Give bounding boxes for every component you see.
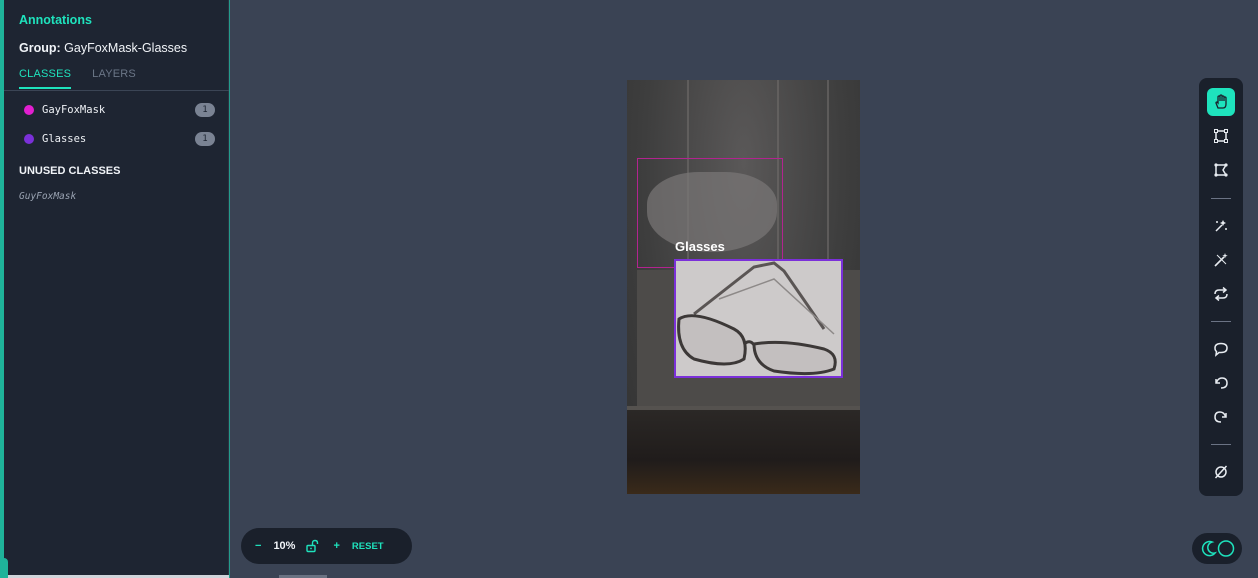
tab-classes[interactable]: CLASSES (19, 68, 72, 89)
bounding-box-label: Glasses (675, 239, 725, 254)
hide-icon (1214, 465, 1228, 479)
polygon-tool-button[interactable] (1207, 156, 1235, 184)
sidebar-title: Annotations (19, 13, 92, 27)
hand-tool-button[interactable] (1207, 88, 1235, 116)
class-item-glasses[interactable]: Glasses 1 (19, 129, 215, 149)
zoom-controls: − 10% + RESET (241, 528, 412, 564)
toggle-circle-icon (1217, 540, 1235, 557)
tabs-divider (4, 90, 229, 91)
sidebar-tabs: CLASSES LAYERS (19, 68, 136, 89)
class-item-gayfoxmask[interactable]: GayFoxMask 1 (19, 100, 215, 120)
toolbar-separator (1211, 444, 1231, 445)
toolbar-separator (1211, 321, 1231, 322)
magic-wand-tool-button[interactable] (1207, 246, 1235, 274)
tab-layers[interactable]: LAYERS (92, 68, 136, 89)
class-name: Glasses (42, 133, 87, 145)
zoom-out-button[interactable]: − (255, 540, 261, 552)
moon-icon (1201, 540, 1218, 557)
hide-annotations-button[interactable] (1207, 458, 1235, 486)
zoom-in-button[interactable]: + (333, 540, 339, 552)
unused-class-item[interactable]: GuyFoxMask (19, 191, 76, 202)
bounding-box-glasses[interactable] (674, 259, 843, 378)
group-label: Group: (19, 41, 61, 55)
tool-palette (1199, 78, 1243, 496)
repeat-tool-button[interactable] (1207, 280, 1235, 308)
sidebar-accent-border (229, 0, 230, 578)
class-color-dot (24, 134, 34, 144)
class-count-badge: 1 (195, 132, 215, 146)
unused-classes-heading: UNUSED CLASSES (19, 165, 121, 177)
bounding-box-tool-button[interactable] (1207, 122, 1235, 150)
theme-toggle-graphic (1201, 540, 1235, 557)
redo-button[interactable] (1207, 403, 1235, 431)
class-count-badge: 1 (195, 103, 215, 117)
zoom-reset-button[interactable]: RESET (352, 541, 384, 552)
group-name: GayFoxMask-Glasses (64, 41, 188, 55)
zoom-lock-button[interactable] (305, 539, 319, 553)
undo-button[interactable] (1207, 369, 1235, 397)
toolbar-separator (1211, 198, 1231, 199)
polygon-icon (1214, 163, 1228, 177)
annotations-sidebar: Annotations Group: GayFoxMask-Glasses CL… (0, 0, 229, 578)
theme-toggle[interactable] (1192, 533, 1242, 564)
comment-icon (1214, 342, 1228, 357)
class-color-dot (24, 105, 34, 115)
image-detail (627, 410, 860, 494)
zoom-level: 10% (273, 540, 296, 552)
unlock-icon (306, 539, 319, 553)
image-detail (827, 80, 829, 270)
group-info: Group: GayFoxMask-Glasses (19, 41, 187, 55)
undo-icon (1215, 377, 1228, 389)
rectangle-icon (1214, 129, 1228, 143)
smart-select-icon (1215, 220, 1227, 232)
sidebar-resize-handle[interactable] (0, 558, 8, 578)
comment-tool-button[interactable] (1207, 335, 1235, 363)
class-name: GayFoxMask (42, 104, 106, 116)
magic-wand-icon (1214, 253, 1228, 267)
smart-select-tool-button[interactable] (1207, 212, 1235, 240)
hand-icon (1215, 94, 1227, 109)
repeat-icon (1214, 286, 1228, 302)
redo-icon (1214, 411, 1227, 423)
